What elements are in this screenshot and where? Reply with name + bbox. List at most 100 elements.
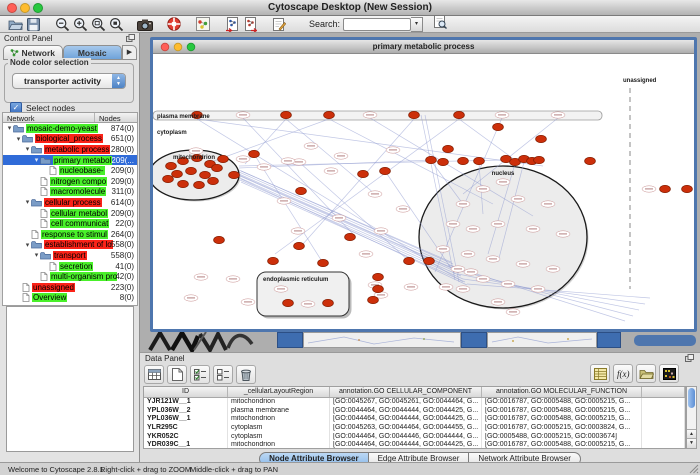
selected-gene-node[interactable] [294, 242, 305, 249]
node-color-dropdown[interactable]: transporter activity ▲▼ [12, 73, 126, 89]
tree-item[interactable]: cellular metabol209(0) [3, 208, 137, 219]
zoom-in-icon[interactable] [72, 16, 88, 32]
tree-item[interactable]: ▾cellular process614(0) [3, 197, 137, 208]
selected-gene-node[interactable] [404, 257, 415, 264]
unselect-attributes-icon[interactable] [213, 365, 233, 384]
matrix-view-icon[interactable] [659, 364, 679, 383]
selected-gene-node[interactable] [172, 170, 183, 177]
tree-item[interactable]: unassigned223(0) [3, 282, 137, 293]
selected-gene-node[interactable] [368, 296, 379, 303]
table-column-header[interactable] [642, 387, 685, 397]
selected-gene-node[interactable] [443, 145, 454, 152]
search-input[interactable] [343, 18, 411, 31]
selected-gene-node[interactable] [409, 111, 420, 118]
selected-gene-node[interactable] [323, 299, 334, 306]
tree-item[interactable]: nucleobase-209(0) [3, 165, 137, 176]
selected-gene-node[interactable] [283, 299, 294, 306]
minimize-icon[interactable] [174, 43, 183, 52]
tree-item[interactable]: ▾biological_process651(0) [3, 134, 137, 145]
selected-gene-node[interactable] [194, 181, 205, 188]
selected-gene-node[interactable] [163, 175, 174, 182]
float-panel-icon[interactable] [126, 34, 135, 42]
selected-gene-node[interactable] [281, 111, 292, 118]
search-dropdown-arrow-icon[interactable]: ▾ [411, 17, 423, 32]
selected-gene-node[interactable] [474, 157, 485, 164]
zoom-out-icon[interactable] [54, 16, 70, 32]
tree-item[interactable]: Overview8(0) [3, 293, 137, 304]
edge[interactable] [303, 119, 414, 244]
zoom-selected-icon[interactable] [90, 16, 106, 32]
table-row[interactable]: YJR121W__1mitochondrion[GO:0045267, GO:0… [144, 398, 685, 407]
birdseye-view-panel[interactable] [6, 306, 134, 452]
enhanced-search-icon[interactable] [432, 14, 448, 30]
selected-gene-node[interactable] [296, 187, 307, 194]
edge[interactable] [459, 119, 515, 160]
selected-gene-node[interactable] [218, 155, 229, 162]
tree-item[interactable]: cell communicat22(0) [3, 218, 137, 229]
edge[interactable] [241, 171, 451, 262]
save-icon[interactable] [25, 16, 41, 32]
tree-item[interactable]: ▾establishment of lo558(0) [3, 240, 137, 251]
new-attribute-icon[interactable] [167, 365, 187, 384]
selected-gene-node[interactable] [534, 156, 545, 163]
import-table-icon[interactable] [590, 364, 610, 383]
selected-gene-node[interactable] [373, 285, 384, 292]
select-attributes-icon[interactable] [190, 365, 210, 384]
open-attribute-file-icon[interactable] [636, 364, 656, 383]
expand-arrow-icon[interactable]: ▾ [24, 145, 31, 153]
tree-item[interactable]: response to stimul264(0) [3, 229, 137, 240]
tree-item[interactable]: ▾mosaic-demo-yeast874(0) [3, 123, 137, 134]
selected-gene-node[interactable] [178, 180, 189, 187]
float-panel-icon[interactable] [685, 354, 694, 362]
import-network-icon[interactable] [224, 16, 240, 32]
zoom-fit-icon[interactable] [108, 16, 124, 32]
selected-gene-node[interactable] [536, 135, 547, 142]
background-window-border-fragment[interactable] [634, 335, 696, 346]
expand-arrow-icon[interactable]: ▾ [24, 241, 31, 249]
snapshot-icon[interactable] [137, 16, 153, 32]
attribute-grid-icon[interactable] [144, 365, 164, 384]
network-canvas[interactable]: plasma membranecytoplasmmitochondrionnuc… [153, 54, 694, 329]
tree-item[interactable]: multi-organism pro42(0) [3, 271, 137, 282]
background-window-fragment[interactable] [461, 332, 487, 348]
selected-gene-node[interactable] [358, 170, 369, 177]
selected-gene-node[interactable] [660, 185, 671, 192]
vizmapper-icon[interactable] [195, 16, 211, 32]
selected-gene-node[interactable] [438, 158, 449, 165]
selected-gene-node[interactable] [186, 167, 197, 174]
selected-gene-node[interactable] [324, 111, 335, 118]
background-window-fragment[interactable] [277, 332, 303, 348]
selected-gene-node[interactable] [229, 171, 240, 178]
selected-gene-node[interactable] [214, 236, 225, 243]
table-column-header[interactable]: _cellularLayoutRegion [228, 387, 330, 397]
table-row[interactable]: YPL036W__1mitochondrion[GO:0044464, GO:0… [144, 415, 685, 424]
selected-gene-node[interactable] [454, 111, 465, 118]
close-icon[interactable] [161, 43, 170, 52]
scroll-down-icon[interactable]: ▼ [687, 438, 696, 448]
selected-gene-node[interactable] [380, 167, 391, 174]
expand-arrow-icon[interactable]: ▾ [33, 156, 40, 164]
tree-item[interactable]: ▾metabolic process280(0) [3, 144, 137, 155]
selected-gene-node[interactable] [585, 157, 596, 164]
tree-item[interactable]: nitrogen compo209(0) [3, 176, 137, 187]
edge[interactable] [197, 119, 463, 282]
close-window-button[interactable] [7, 3, 17, 13]
selected-gene-node[interactable] [212, 164, 223, 171]
table-column-header[interactable]: ID [144, 387, 228, 397]
selected-gene-node[interactable] [345, 233, 356, 240]
expand-arrow-icon[interactable]: ▾ [6, 124, 13, 132]
table-row[interactable]: YKR052Ccytoplasm[GO:0044464, GO:0044446,… [144, 433, 685, 442]
scrollbar-thumb[interactable] [688, 388, 695, 408]
formula-builder-icon[interactable]: f(x) [613, 364, 633, 383]
selected-gene-node[interactable] [200, 171, 211, 178]
network-window-titlebar[interactable]: primary metabolic process [153, 40, 694, 54]
tree-column-network[interactable]: Network [3, 113, 95, 122]
selected-gene-node[interactable] [493, 123, 504, 130]
table-row[interactable]: YPL036W__2plasma membrane[GO:0044464, GO… [144, 407, 685, 416]
expand-arrow-icon[interactable]: ▾ [15, 135, 22, 143]
table-column-header[interactable]: annotation.GO CELLULAR_COMPONENT [330, 387, 482, 397]
selected-gene-node[interactable] [166, 162, 177, 169]
resize-grip-icon[interactable] [689, 464, 699, 474]
tree-item[interactable]: secretion41(0) [3, 261, 137, 272]
tab-overflow-arrow[interactable]: ▶ [122, 45, 137, 60]
